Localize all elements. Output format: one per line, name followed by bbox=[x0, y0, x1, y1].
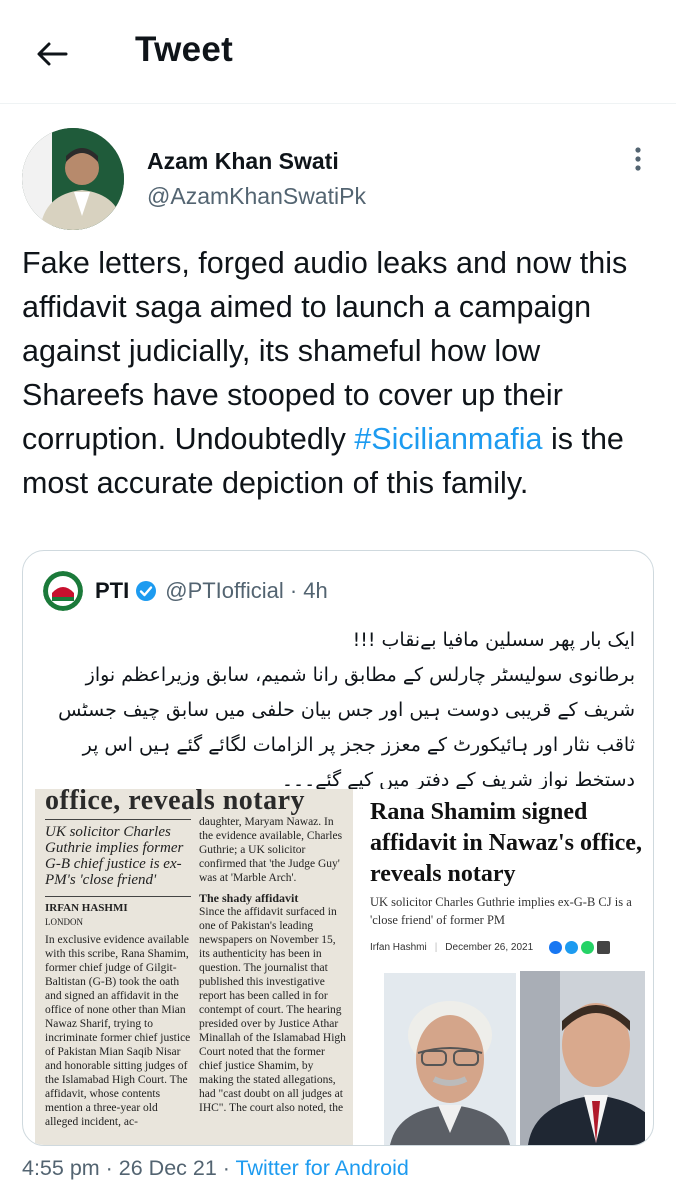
tweet-text: Fake letters, forged audio leaks and now… bbox=[22, 241, 662, 505]
more-vertical-icon bbox=[635, 147, 641, 171]
top-bar: Tweet bbox=[0, 0, 676, 104]
verified-badge-icon bbox=[136, 581, 157, 601]
article-meta: Irfan Hashmi | December 26, 2021 bbox=[370, 941, 611, 954]
back-button[interactable] bbox=[28, 30, 76, 78]
source-link[interactable]: Twitter for Android bbox=[236, 1156, 409, 1180]
clipping-column-1: UK solicitor Charles Guthrie implies for… bbox=[45, 815, 191, 1129]
whatsapp-icon bbox=[581, 941, 595, 954]
clipping-body: daughter, Maryam Nawaz. In the evidence … bbox=[199, 816, 343, 884]
quoted-tweet[interactable]: PTI @PTIofficial · 4h ایک بار پھر سسلین … bbox=[22, 550, 654, 1146]
arrow-left-icon bbox=[37, 42, 68, 66]
author-handle[interactable]: @AzamKhanSwatiPk bbox=[147, 183, 366, 210]
page-title: Tweet bbox=[135, 30, 234, 69]
clipping-column-2: daughter, Maryam Nawaz. In the evidence … bbox=[199, 815, 349, 1115]
email-icon bbox=[597, 941, 611, 954]
share-icons bbox=[549, 941, 611, 954]
article-subtitle: UK solicitor Charles Guthrie implies ex-… bbox=[370, 895, 632, 927]
quoted-handle-time: @PTIofficial · 4h bbox=[165, 578, 328, 603]
pti-logo-icon bbox=[43, 571, 83, 611]
quoted-text: ایک بار پھر سسلین مافیا بےنقاب !!! برطان… bbox=[43, 623, 635, 798]
news-article: Rana Shamim signed affidavit in Nawaz's … bbox=[360, 789, 645, 1145]
quoted-author-name: PTI bbox=[95, 578, 130, 603]
quoted-media[interactable]: office, reveals notary UK solicitor Char… bbox=[35, 789, 645, 1145]
urdu-line: ثاقب نثار اور ہائیکورٹ کے معزز ججز پر ال… bbox=[82, 734, 635, 756]
twitter-icon bbox=[565, 941, 579, 954]
urdu-line: شریف کے قریبی دوست ہیں اور جس بیان حلفی … bbox=[58, 699, 635, 721]
newspaper-clipping: office, reveals notary UK solicitor Char… bbox=[35, 789, 353, 1145]
avatar[interactable] bbox=[22, 128, 124, 230]
clipping-byline: IRFAN HASHMI bbox=[45, 902, 128, 914]
clipping-headline: office, reveals notary bbox=[45, 789, 306, 816]
urdu-line: ایک بار پھر سسلین مافیا بےنقاب !!! bbox=[352, 629, 635, 651]
facebook-icon bbox=[549, 941, 563, 954]
article-author: Irfan Hashmi bbox=[370, 942, 427, 953]
clipping-body: In exclusive evidence available with thi… bbox=[45, 934, 191, 1128]
clipping-subhead: The shady affidavit bbox=[199, 891, 299, 905]
clipping-body: Since the affidavit surfaced in one of P… bbox=[199, 906, 346, 1114]
clipping-dateline: LONDON bbox=[45, 917, 83, 927]
tweet-timestamp: 4:55 pm · 26 Dec 21 · bbox=[22, 1156, 236, 1180]
author-name[interactable]: Azam Khan Swati bbox=[147, 148, 339, 175]
photo-rana-shamim bbox=[384, 973, 516, 1145]
article-headline: Rana Shamim signed affidavit in Nawaz's … bbox=[370, 799, 642, 887]
hashtag-link[interactable]: #Sicilianmafia bbox=[354, 422, 542, 456]
article-date: December 26, 2021 bbox=[445, 942, 534, 953]
clipping-pull-quote: UK solicitor Charles Guthrie implies for… bbox=[45, 824, 184, 888]
photo-nawaz-sharif bbox=[520, 971, 645, 1145]
tweet-meta: 4:55 pm · 26 Dec 21 · Twitter for Androi… bbox=[22, 1156, 409, 1181]
quoted-header: PTI @PTIofficial · 4h bbox=[43, 571, 328, 611]
more-options-button[interactable] bbox=[624, 144, 652, 176]
urdu-line: برطانوی سولیسٹر چارلس کے مطابق رانا شمیم… bbox=[85, 664, 635, 686]
